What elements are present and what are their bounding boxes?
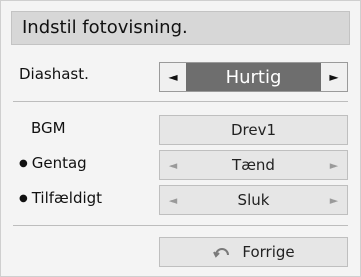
slideshow-speed-selector[interactable]: ◄ Hurtig ► [159,62,348,92]
random-label-text: Tilfældigt [31,189,103,207]
repeat-right-arrow-icon[interactable]: ► [321,151,347,179]
photo-settings-dialog: Indstil fotovisning. Diashast. ◄ Hurtig … [0,0,361,277]
repeat-label-text: Gentag [31,154,87,172]
slideshow-speed-right-arrow-icon[interactable]: ► [321,63,347,91]
dialog-title: Indstil fotovisning. [22,17,188,38]
back-button[interactable]: Forrige [159,237,348,267]
bgm-drive-button[interactable]: Drev1 [159,115,348,145]
random-left-arrow-icon[interactable]: ◄ [160,186,186,214]
dialog-title-bar: Indstil fotovisning. [11,11,350,45]
random-value: Sluk [186,186,321,214]
random-label: ● Tilfældigt [19,189,102,207]
back-button-label: Forrige [242,243,295,261]
slideshow-speed-left-arrow-icon[interactable]: ◄ [160,63,186,91]
slideshow-speed-value: Hurtig [186,63,321,91]
return-arrow-icon [212,245,232,259]
repeat-value: Tænd [186,151,321,179]
footer-divider [13,225,348,226]
bullet-icon: ● [19,158,28,169]
random-selector[interactable]: ◄ Sluk ► [159,185,348,215]
random-right-arrow-icon[interactable]: ► [321,186,347,214]
repeat-left-arrow-icon[interactable]: ◄ [160,151,186,179]
bullet-icon: ● [19,193,28,204]
repeat-label: ● Gentag [19,154,87,172]
bgm-label: BGM [31,119,66,137]
section-divider [13,101,348,102]
repeat-selector[interactable]: ◄ Tænd ► [159,150,348,180]
slideshow-speed-label: Diashast. [19,65,89,83]
